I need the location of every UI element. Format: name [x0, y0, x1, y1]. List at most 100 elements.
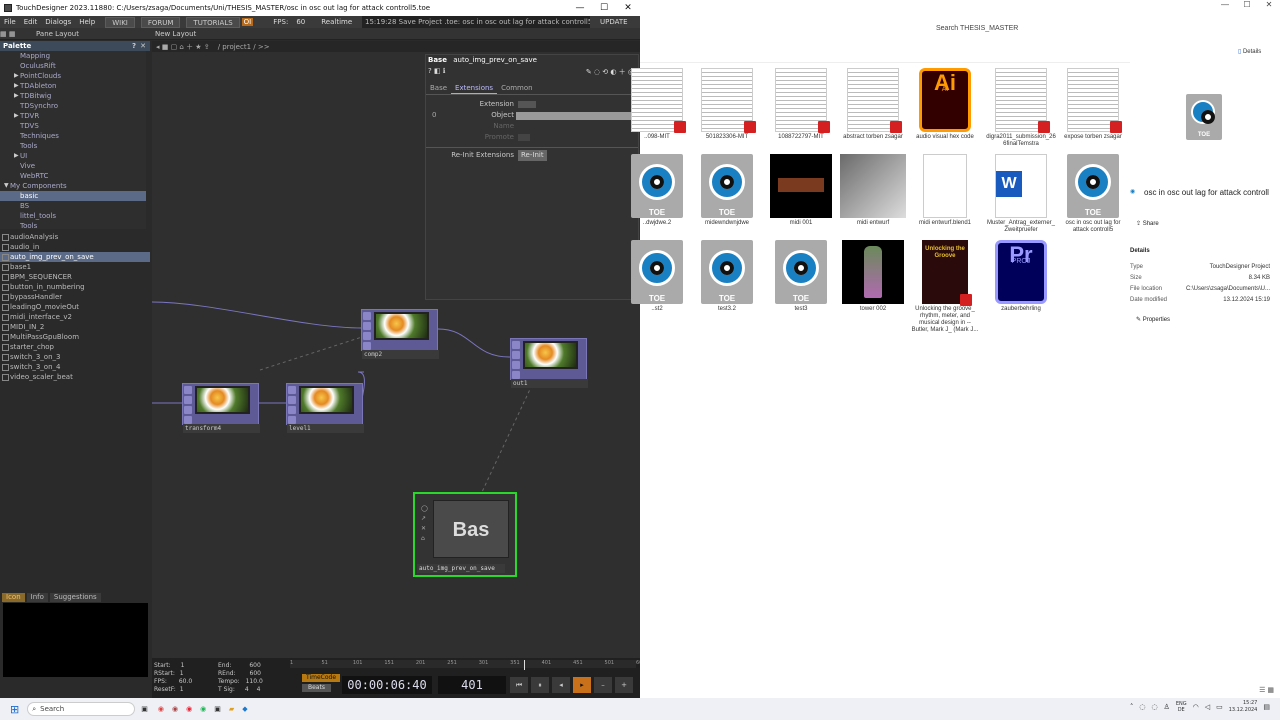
- palette-item[interactable]: littel_tools: [0, 211, 146, 221]
- end-value[interactable]: 600: [249, 662, 260, 669]
- object-field[interactable]: [516, 111, 636, 120]
- help-icon[interactable]: ?: [132, 41, 136, 51]
- minimize-button[interactable]: —: [1214, 0, 1236, 9]
- properties-button[interactable]: ✎ Properties: [1136, 316, 1170, 323]
- component-item[interactable]: leadingO_movieOut: [0, 302, 150, 312]
- palette-item[interactable]: TDSynchro: [0, 101, 146, 111]
- maximize-button[interactable]: ☐: [1236, 0, 1258, 9]
- timecode-button[interactable]: TimeCode: [302, 674, 341, 682]
- component-item[interactable]: video_scaler_beat: [0, 372, 150, 382]
- menu-help[interactable]: Help: [75, 18, 99, 26]
- file-item[interactable]: TOE osc in osc out lag for attack control…: [1058, 154, 1128, 234]
- tab-info[interactable]: Info: [26, 593, 48, 602]
- close-button[interactable]: ✕: [616, 0, 640, 16]
- play-button[interactable]: ▸: [573, 677, 591, 693]
- nav-icons[interactable]: ◂ ■ ▢ ⌂ ＋ ★ ⇪: [156, 42, 210, 52]
- network-path[interactable]: / project1 / >>: [218, 43, 270, 51]
- file-item[interactable]: midi entwurf: [838, 154, 908, 227]
- chrome-icon[interactable]: ◉: [158, 705, 164, 713]
- menu-edit[interactable]: Edit: [20, 18, 42, 26]
- expand-arrow-icon[interactable]: ▶: [14, 151, 19, 161]
- timecode-display[interactable]: 00:00:06:40: [342, 676, 432, 694]
- new-layout-button[interactable]: New Layout: [155, 30, 196, 38]
- tab-extensions[interactable]: Extensions: [451, 83, 498, 94]
- component-item[interactable]: button_in_numbering: [0, 282, 150, 292]
- component-item[interactable]: starter_chop: [0, 342, 150, 352]
- tsig-b[interactable]: 4: [257, 686, 261, 693]
- expand-arrow-icon[interactable]: ▼: [4, 181, 9, 191]
- resetf-value[interactable]: 1: [180, 686, 184, 693]
- extension-add-button[interactable]: [518, 101, 536, 108]
- fps-field[interactable]: 60.0: [179, 678, 192, 685]
- component-item[interactable]: base1: [0, 262, 150, 272]
- tempo-value[interactable]: 110.0: [246, 678, 263, 685]
- search-box[interactable]: Search THESIS_MASTER: [930, 22, 1270, 36]
- param-toolbar-icons[interactable]: ? ◧ ℹ: [428, 67, 445, 75]
- file-item[interactable]: TOE ..st2: [622, 240, 692, 313]
- beats-button[interactable]: Beats: [302, 684, 331, 692]
- palette-item[interactable]: Vive: [0, 161, 146, 171]
- node-transform4[interactable]: transform4: [182, 383, 260, 433]
- component-item[interactable]: audioAnalysis: [0, 232, 150, 242]
- component-item[interactable]: MIDI_IN_2: [0, 322, 150, 332]
- palette-item[interactable]: ▶ PointClouds: [0, 71, 146, 81]
- file-explorer-icon[interactable]: ▰: [229, 705, 234, 713]
- file-item[interactable]: midi entwurf.blend1: [910, 154, 980, 227]
- file-item[interactable]: abstract torben zsagar: [838, 68, 908, 141]
- palette-item[interactable]: ▼ My Components: [0, 181, 146, 191]
- palette-item[interactable]: ▶ TDAbleton: [0, 81, 146, 91]
- component-item[interactable]: bypassHandler: [0, 292, 150, 302]
- taskbar-search[interactable]: ⌕ Search: [27, 702, 136, 716]
- palette-item[interactable]: ▶ TDVR: [0, 111, 146, 121]
- spotify-icon[interactable]: ◉: [200, 705, 206, 713]
- file-item[interactable]: ..098-MIT: [622, 68, 692, 141]
- vscode-icon[interactable]: ◆: [242, 705, 247, 713]
- share-button[interactable]: ⇪ Share: [1136, 220, 1159, 227]
- file-item[interactable]: expose torben zsagar: [1058, 68, 1128, 141]
- timeline-ruler[interactable]: 151101151201251301351401451501600: [290, 660, 640, 668]
- menu-file[interactable]: File: [0, 18, 20, 26]
- expand-arrow-icon[interactable]: ▶: [14, 91, 19, 101]
- tray-icon[interactable]: ◌: [1139, 703, 1145, 711]
- app-red-icon[interactable]: ◉: [186, 705, 192, 713]
- node-level1[interactable]: level1: [286, 383, 364, 433]
- close-icon[interactable]: ✕: [140, 41, 146, 51]
- playhead[interactable]: [524, 660, 525, 670]
- detail-value[interactable]: C:\Users\zsaga\Documents\U...: [1186, 284, 1270, 295]
- component-item[interactable]: switch_3_on_3: [0, 352, 150, 362]
- menu-dialogs[interactable]: Dialogs: [41, 18, 75, 26]
- minimize-button[interactable]: —: [568, 0, 592, 16]
- file-item[interactable]: TOE test3.2: [692, 240, 762, 313]
- windows-start-icon[interactable]: ⊞: [10, 703, 19, 716]
- touchdesigner-icon[interactable]: ▣: [214, 705, 221, 713]
- component-item[interactable]: auto_img_prev_on_save: [0, 252, 150, 262]
- toolbar-icons[interactable]: ▦ ▦: [0, 30, 30, 38]
- app-icon[interactable]: ◉: [172, 705, 178, 713]
- pause-button[interactable]: ⏸: [531, 677, 549, 693]
- rstart-value[interactable]: 1: [180, 670, 184, 677]
- component-item[interactable]: audio_in: [0, 242, 150, 252]
- palette-item[interactable]: Tools: [0, 221, 146, 229]
- volume-icon[interactable]: ◁: [1205, 703, 1210, 711]
- palette-item[interactable]: Mapping: [0, 51, 146, 61]
- microphone-icon[interactable]: ♙: [1164, 703, 1170, 711]
- component-item[interactable]: BPM_SEQUENCER: [0, 272, 150, 282]
- palette-item[interactable]: ▶ UI: [0, 151, 146, 161]
- node-comp2[interactable]: comp2: [361, 309, 439, 359]
- expand-arrow-icon[interactable]: ▶: [14, 71, 19, 81]
- node-flags[interactable]: ◯ ↗ ✕ ⌂: [421, 504, 428, 544]
- palette-item[interactable]: TDVS: [0, 121, 146, 131]
- component-item[interactable]: switch_3_on_4: [0, 362, 150, 372]
- node-out1[interactable]: out1: [510, 338, 588, 388]
- file-item[interactable]: Pr PROJ zauberbehrling: [986, 240, 1056, 313]
- palette-item[interactable]: WebRTC: [0, 171, 146, 181]
- tsig-a[interactable]: 4: [245, 686, 249, 693]
- tab-common[interactable]: Common: [497, 83, 537, 94]
- tab-icon[interactable]: Icon: [2, 593, 25, 602]
- node-auto-img-prev-on-save[interactable]: ◯ ↗ ✕ ⌂ Bas auto_img_prev_on_save: [413, 492, 517, 577]
- tray-chevron-icon[interactable]: ˄: [1130, 703, 1134, 711]
- oi-button[interactable]: OI: [241, 18, 254, 26]
- expand-arrow-icon[interactable]: ▶: [14, 81, 19, 91]
- file-item[interactable]: TOE ..dwjdwe.2: [622, 154, 692, 227]
- palette-item[interactable]: Techniques: [0, 131, 146, 141]
